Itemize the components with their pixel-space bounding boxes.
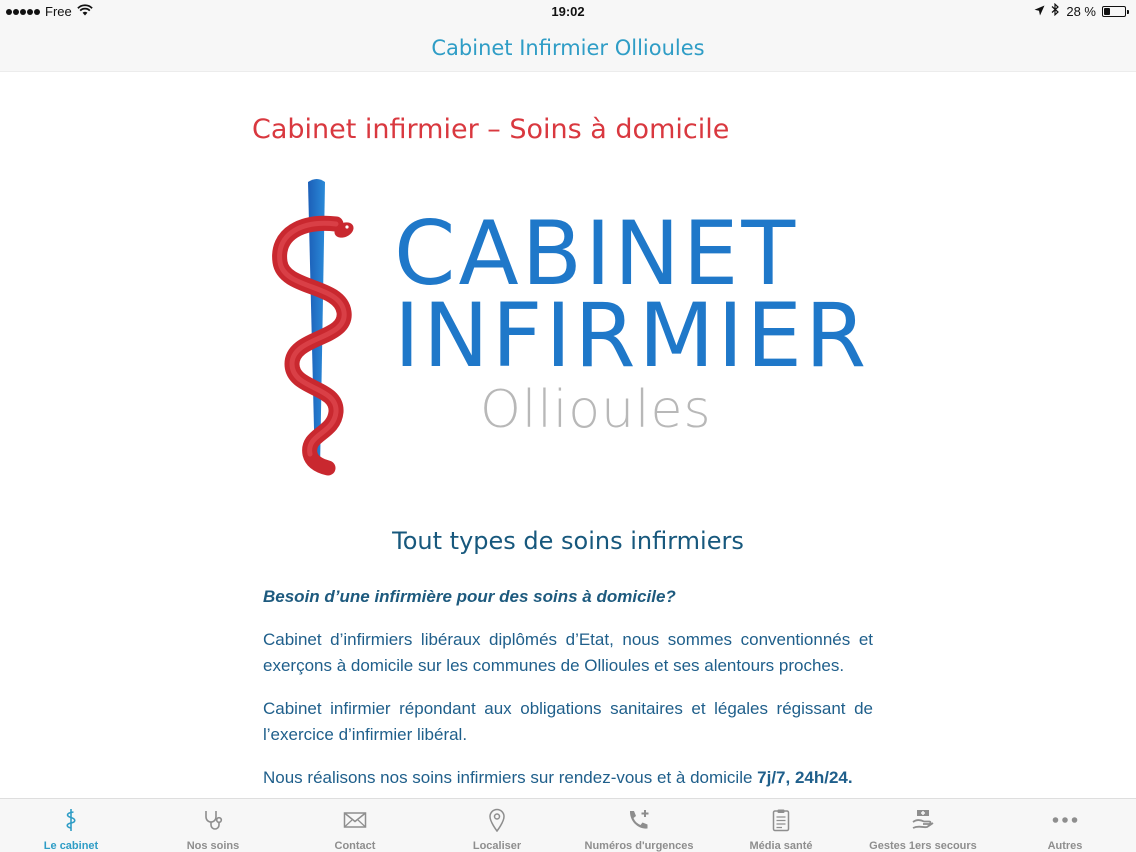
- battery-fill: [1104, 7, 1110, 15]
- tab-contact[interactable]: Contact: [284, 799, 426, 852]
- status-bar: Free 19:02 28 %: [0, 0, 1136, 24]
- tab-label: Numéros d'urgences: [584, 840, 694, 852]
- article-paragraph: Cabinet infirmier répondant aux obligati…: [263, 699, 873, 744]
- tab-label: Nos soins: [186, 840, 240, 852]
- tab-media-sante[interactable]: Média santé: [710, 799, 852, 852]
- logo-word-infirmier: INFIRMIER: [394, 284, 870, 387]
- more-dots-icon: [1052, 808, 1078, 832]
- tab-gestes-secours[interactable]: Gestes 1ers secours: [852, 799, 994, 852]
- tab-bar: Le cabinet Nos soins Contact Localiser N…: [0, 798, 1136, 852]
- tab-label: Autres: [1047, 840, 1083, 852]
- tab-autres[interactable]: Autres: [994, 799, 1136, 852]
- tab-localiser[interactable]: Localiser: [426, 799, 568, 852]
- status-time: 19:02: [551, 4, 585, 19]
- stethoscope-icon: [200, 808, 226, 832]
- page-content[interactable]: Cabinet infirmier – Soins à domicile CAB…: [0, 72, 1136, 798]
- tab-label: Gestes 1ers secours: [869, 840, 977, 852]
- location-arrow-icon: [1034, 4, 1045, 19]
- section-title: Tout types de soins infirmiers: [392, 527, 744, 555]
- tab-label: Média santé: [749, 840, 813, 852]
- battery-percent: 28 %: [1066, 3, 1096, 19]
- clipboard-icon: [768, 808, 794, 832]
- caduceus-logo-icon: [272, 179, 354, 476]
- map-pin-icon: [484, 808, 510, 832]
- envelope-icon: [342, 808, 368, 832]
- tab-label: Le cabinet: [43, 840, 99, 852]
- tab-le-cabinet[interactable]: Le cabinet: [0, 799, 142, 852]
- tab-numeros-urgences[interactable]: Numéros d'urgences: [568, 799, 710, 852]
- caduceus-icon: [58, 808, 84, 832]
- phone-plus-icon: [626, 808, 652, 832]
- article-body: Besoin d’une infirmière pour des soins à…: [263, 584, 873, 798]
- bluetooth-icon: [1051, 2, 1060, 19]
- battery-icon: [1102, 5, 1129, 17]
- article-paragraph-last: Nous réalisons nos soins infirmiers sur …: [263, 765, 873, 791]
- article-last-text: Nous réalisons nos soins infirmiers sur …: [263, 768, 758, 787]
- logo-word-ollioules: Ollioules: [480, 380, 712, 440]
- article-paragraph: Cabinet d’infirmiers libéraux diplômés d…: [263, 630, 873, 675]
- tab-nos-soins[interactable]: Nos soins: [142, 799, 284, 852]
- navigation-bar: Cabinet Infirmier Ollioules: [0, 24, 1136, 72]
- tab-label: Contact: [334, 840, 376, 852]
- tab-label: Localiser: [472, 840, 522, 852]
- nav-title: Cabinet Infirmier Ollioules: [431, 36, 705, 60]
- first-aid-hand-icon: [910, 808, 936, 832]
- article-last-emphasis: 7j/7, 24h/24.: [757, 768, 853, 787]
- page-heading: Cabinet infirmier – Soins à domicile: [252, 114, 730, 145]
- status-right: 28 %: [1034, 2, 1129, 19]
- cabinet-logo: CABINET INFIRMIER Ollioules: [262, 172, 866, 482]
- article-lead: Besoin d’une infirmière pour des soins à…: [263, 587, 676, 606]
